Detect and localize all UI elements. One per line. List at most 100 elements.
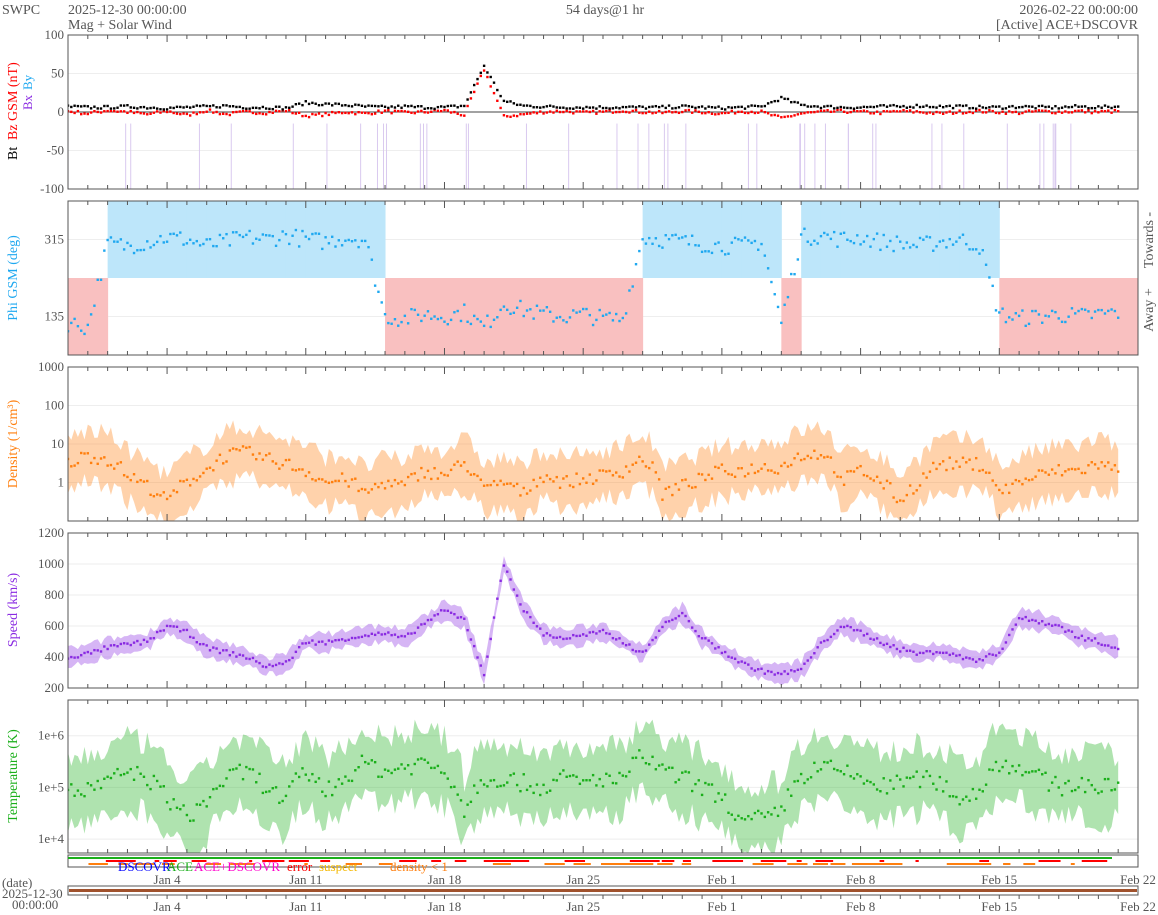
data-point (364, 105, 367, 108)
data-point (611, 319, 615, 322)
data-point (436, 477, 440, 480)
data-point (697, 105, 700, 109)
data-point (747, 105, 750, 108)
time-slider-range[interactable] (69, 889, 1137, 892)
data-point (1004, 107, 1008, 110)
data-point (823, 639, 826, 643)
data-point (406, 110, 410, 114)
data-point (492, 91, 496, 95)
data-point (737, 814, 740, 818)
data-point (251, 111, 255, 115)
data-point (420, 757, 423, 760)
data-point (951, 243, 955, 246)
data-point (667, 104, 671, 107)
data-point (912, 111, 915, 114)
data-point (601, 469, 605, 472)
data-point (76, 789, 80, 792)
data-point (393, 633, 397, 636)
data-point (624, 465, 628, 468)
data-point (757, 248, 760, 251)
data-point (657, 764, 661, 767)
data-point (595, 318, 598, 322)
data-point (397, 104, 400, 107)
data-point (149, 106, 152, 110)
data-point (875, 110, 879, 113)
data-point (575, 472, 578, 475)
data-point (413, 111, 416, 115)
data-point (776, 472, 780, 475)
data-point (506, 781, 509, 784)
data-point (918, 105, 922, 109)
data-point (284, 106, 288, 109)
data-point (1034, 107, 1037, 110)
data-point (839, 475, 842, 479)
error-flag (760, 860, 787, 862)
data-point (1107, 105, 1110, 109)
data-point (1070, 630, 1074, 633)
data-point (1044, 314, 1047, 317)
data-point (598, 110, 601, 113)
data-point (895, 774, 899, 777)
data-point (829, 237, 833, 241)
data-point (330, 104, 334, 107)
data-point (373, 104, 377, 108)
data-point (99, 457, 103, 460)
data-point (978, 252, 981, 255)
data-point (753, 471, 757, 475)
data-point (723, 253, 727, 256)
data-point (542, 480, 545, 484)
data-point (1097, 111, 1100, 114)
data-point (245, 657, 248, 660)
data-point (671, 234, 674, 237)
data-point (502, 114, 506, 117)
data-point (733, 236, 737, 240)
data-point (951, 112, 955, 115)
data-point (1014, 769, 1018, 773)
data-point (222, 237, 225, 240)
data-point (793, 457, 796, 460)
data-point (146, 783, 149, 787)
data-point (677, 614, 681, 618)
data-point (179, 479, 182, 483)
data-point (439, 771, 443, 774)
density-low-flag (982, 863, 992, 865)
data-point (598, 105, 601, 108)
data-point (806, 454, 809, 458)
data-point (225, 104, 228, 107)
data-point (548, 310, 552, 314)
data-point (1021, 482, 1024, 486)
data-point (182, 112, 185, 115)
data-point (73, 656, 76, 659)
data-point (449, 785, 453, 789)
error-flag (979, 860, 990, 862)
data-point (1021, 617, 1024, 621)
data-point (215, 787, 218, 790)
data-point (403, 483, 407, 487)
data-point (301, 103, 304, 107)
data-point (529, 489, 532, 492)
data-point (357, 103, 360, 107)
data-point (89, 111, 93, 114)
data-point (261, 105, 265, 109)
data-point (264, 454, 268, 457)
date-tick-label: Feb 8 (846, 899, 875, 914)
data-point (648, 105, 651, 109)
data-point (641, 756, 644, 760)
data-point (235, 231, 238, 234)
data-point (334, 102, 337, 105)
data-point (466, 628, 469, 632)
data-point (974, 248, 978, 251)
data-point (879, 481, 882, 484)
data-point (83, 651, 86, 655)
data-point (568, 637, 572, 640)
data-point (344, 239, 347, 242)
data-point (76, 324, 80, 328)
data-point (119, 238, 123, 241)
data-point (885, 642, 889, 645)
data-point (899, 110, 902, 113)
data-point (988, 106, 991, 109)
data-point (202, 471, 205, 475)
data-point (469, 473, 473, 476)
data-point (968, 248, 971, 251)
data-point (905, 649, 909, 653)
